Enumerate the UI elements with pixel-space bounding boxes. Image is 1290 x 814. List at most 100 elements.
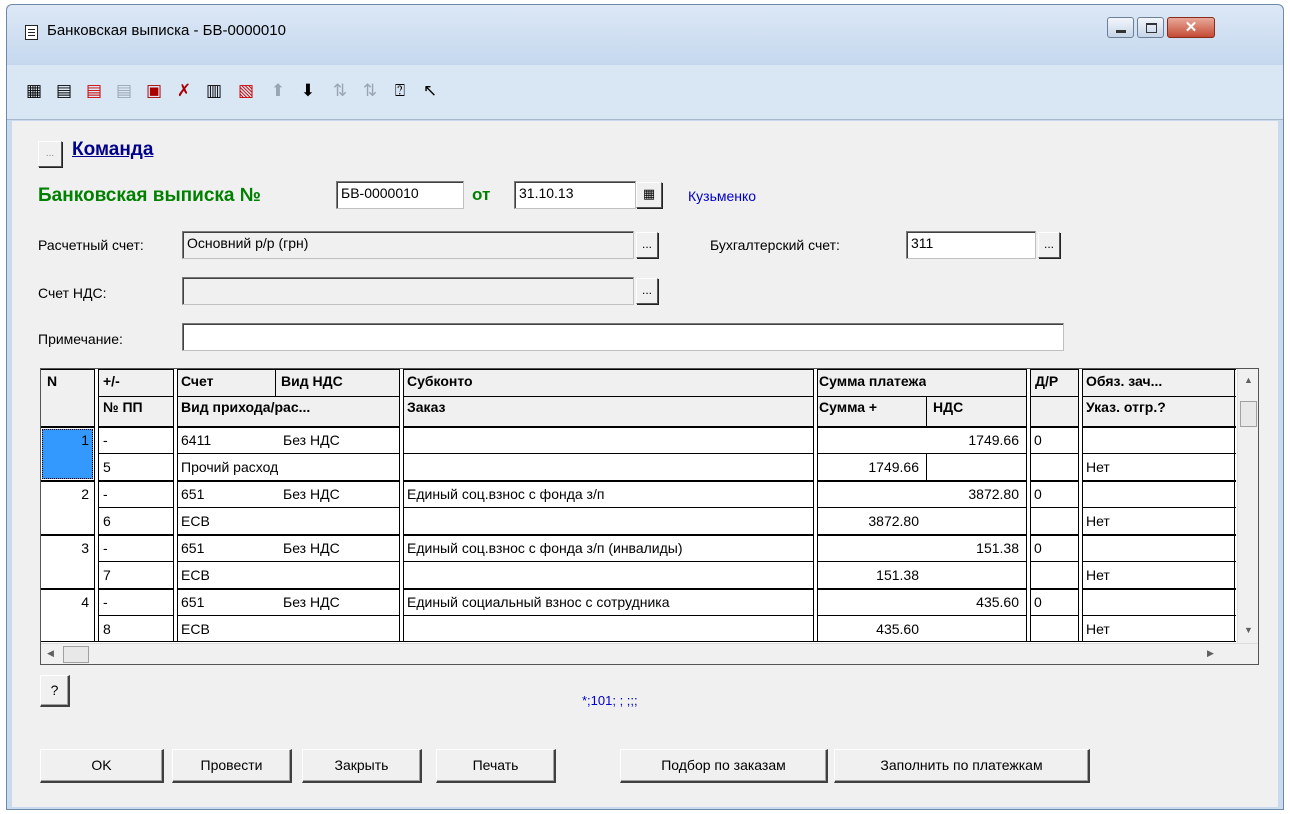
- col-header-ukaz[interactable]: Указ. отгр.?: [1086, 399, 1226, 415]
- delete-row-icon[interactable]: ▤: [81, 78, 107, 104]
- row-type[interactable]: ЕСВ: [181, 513, 210, 529]
- pick-by-orders-button[interactable]: Подбор по заказам: [620, 749, 828, 783]
- row-sign[interactable]: -: [103, 432, 108, 448]
- row-ukaz[interactable]: Нет: [1086, 459, 1110, 475]
- row-dr[interactable]: 0: [1034, 540, 1042, 556]
- col-header-payment-sum[interactable]: Сумма платежа: [819, 373, 927, 389]
- doc-number-input[interactable]: БВ-0000010: [336, 181, 464, 209]
- close-window-button[interactable]: ✕: [1167, 17, 1215, 38]
- scroll-down-icon[interactable]: ▼: [1244, 625, 1253, 635]
- row-subkonto[interactable]: Единый соц.взнос с фонда з/п (инвалиды): [407, 540, 811, 556]
- ok-button[interactable]: OK: [40, 749, 164, 783]
- row-account[interactable]: 651: [181, 594, 204, 610]
- vat-account-input[interactable]: [182, 277, 634, 305]
- col-header-sum-plus[interactable]: Сумма +: [819, 399, 878, 415]
- delete-doc-icon[interactable]: ▣: [141, 78, 167, 104]
- row-pp[interactable]: 8: [103, 621, 111, 637]
- scroll-up-icon[interactable]: ▲: [1244, 375, 1253, 385]
- row-ukaz[interactable]: Нет: [1086, 567, 1110, 583]
- col-header-order[interactable]: Заказ: [407, 399, 446, 415]
- title-bar[interactable]: Банковская выписка - БВ-0000010 ✕: [7, 5, 1283, 65]
- col-header-obyaz[interactable]: Обяз. зач...: [1086, 373, 1226, 389]
- account-input[interactable]: Основний р/р (грн): [182, 231, 634, 259]
- sort-asc-icon[interactable]: ⇅: [327, 78, 353, 104]
- sort-desc-icon[interactable]: ⇅: [357, 78, 383, 104]
- row-subkonto[interactable]: Единый социальный взнос с сотрудника: [407, 594, 670, 610]
- row-type[interactable]: ЕСВ: [181, 567, 210, 583]
- row-sum[interactable]: 435.60: [819, 594, 1019, 610]
- row-dr[interactable]: 0: [1034, 486, 1042, 502]
- command-link[interactable]: Команда: [72, 139, 153, 161]
- row-sign[interactable]: -: [103, 540, 108, 556]
- row-sum-plus[interactable]: 1749.66: [819, 459, 919, 475]
- col-header-subkonto[interactable]: Субконто: [407, 373, 473, 389]
- scroll-left-icon[interactable]: ◀: [47, 648, 54, 659]
- row-sum-plus[interactable]: 151.38: [819, 567, 919, 583]
- date-input[interactable]: 31.10.13: [514, 181, 636, 209]
- col-header-pp[interactable]: № ПП: [103, 399, 143, 415]
- command-button[interactable]: ...: [38, 141, 62, 167]
- gl-account-select-button[interactable]: ...: [1038, 232, 1060, 258]
- col-header-type[interactable]: Вид прихода/рас...: [181, 399, 399, 415]
- dk-icon[interactable]: ✗: [171, 78, 197, 104]
- row-vat-type[interactable]: Без НДС: [283, 486, 340, 502]
- row-sign[interactable]: -: [103, 594, 108, 610]
- row-pp[interactable]: 5: [103, 459, 111, 475]
- horizontal-scroll-thumb[interactable]: [63, 646, 89, 663]
- fill-by-payments-button[interactable]: Заполнить по платежкам: [834, 749, 1090, 783]
- help-button[interactable]: ?: [40, 675, 70, 707]
- insert-icon[interactable]: ▥: [201, 78, 227, 104]
- help-icon[interactable]: ⍰: [387, 78, 413, 104]
- row-number[interactable]: 1: [45, 432, 89, 448]
- context-help-icon[interactable]: ↖: [417, 78, 443, 104]
- col-header-dr[interactable]: Д/Р: [1035, 373, 1059, 389]
- row-type[interactable]: ЕСВ: [181, 621, 210, 637]
- print-button[interactable]: Печать: [436, 749, 556, 783]
- row-sum-plus[interactable]: 435.60: [819, 621, 919, 637]
- row-vat-type[interactable]: Без НДС: [283, 594, 340, 610]
- gl-account-input[interactable]: 311: [906, 231, 1036, 259]
- col-header-vat-type[interactable]: Вид НДС: [281, 373, 343, 389]
- add-row-icon[interactable]: ▤: [51, 78, 77, 104]
- move-up-icon[interactable]: ⬆: [265, 78, 291, 104]
- row-sum[interactable]: 151.38: [819, 540, 1019, 556]
- row-pp[interactable]: 6: [103, 513, 111, 529]
- horizontal-scrollbar[interactable]: ◀ ▶: [41, 643, 1258, 664]
- move-down-icon[interactable]: ⬇: [295, 78, 321, 104]
- row-number[interactable]: 4: [45, 594, 89, 610]
- col-header-nds[interactable]: НДС: [933, 399, 964, 415]
- row-number[interactable]: 2: [45, 486, 89, 502]
- row-account[interactable]: 651: [181, 486, 204, 502]
- row-sum-plus[interactable]: 3872.80: [819, 513, 919, 529]
- col-header-account[interactable]: Счет: [181, 373, 214, 389]
- row-vat-type[interactable]: Без НДС: [283, 432, 340, 448]
- row-dr[interactable]: 0: [1034, 432, 1042, 448]
- new-row-icon[interactable]: ▦: [21, 78, 47, 104]
- row-account[interactable]: 651: [181, 540, 204, 556]
- row-sign[interactable]: -: [103, 486, 108, 502]
- post-button[interactable]: Провести: [172, 749, 292, 783]
- row-ukaz[interactable]: Нет: [1086, 621, 1110, 637]
- select-icon[interactable]: ▧: [233, 78, 259, 104]
- close-button[interactable]: Закрыть: [302, 749, 422, 783]
- row-vat-type[interactable]: Без НДС: [283, 540, 340, 556]
- row-ukaz[interactable]: Нет: [1086, 513, 1110, 529]
- row-number[interactable]: 3: [45, 540, 89, 556]
- row-type[interactable]: Прочий расход: [181, 459, 278, 475]
- vat-account-select-button[interactable]: ...: [636, 278, 658, 304]
- minimize-button[interactable]: [1107, 17, 1134, 38]
- maximize-button[interactable]: [1137, 17, 1164, 38]
- scroll-right-icon[interactable]: ▶: [1207, 648, 1214, 659]
- row-sum[interactable]: 1749.66: [819, 432, 1019, 448]
- row-dr[interactable]: 0: [1034, 594, 1042, 610]
- vertical-scrollbar[interactable]: ▲ ▼: [1237, 369, 1258, 643]
- col-header-sign[interactable]: +/-: [103, 373, 120, 389]
- note-input[interactable]: [182, 323, 1064, 351]
- calendar-icon[interactable]: ▦: [636, 182, 662, 208]
- vertical-scroll-thumb[interactable]: [1240, 401, 1257, 427]
- row-subkonto[interactable]: Единый соц.взнос с фонда з/п: [407, 486, 604, 502]
- row-pp[interactable]: 7: [103, 567, 111, 583]
- col-header-n[interactable]: N: [47, 373, 58, 389]
- row-account[interactable]: 6411: [181, 432, 211, 448]
- payments-table[interactable]: N +/- Счет Вид НДС Субконто Сумма платеж…: [40, 368, 1259, 665]
